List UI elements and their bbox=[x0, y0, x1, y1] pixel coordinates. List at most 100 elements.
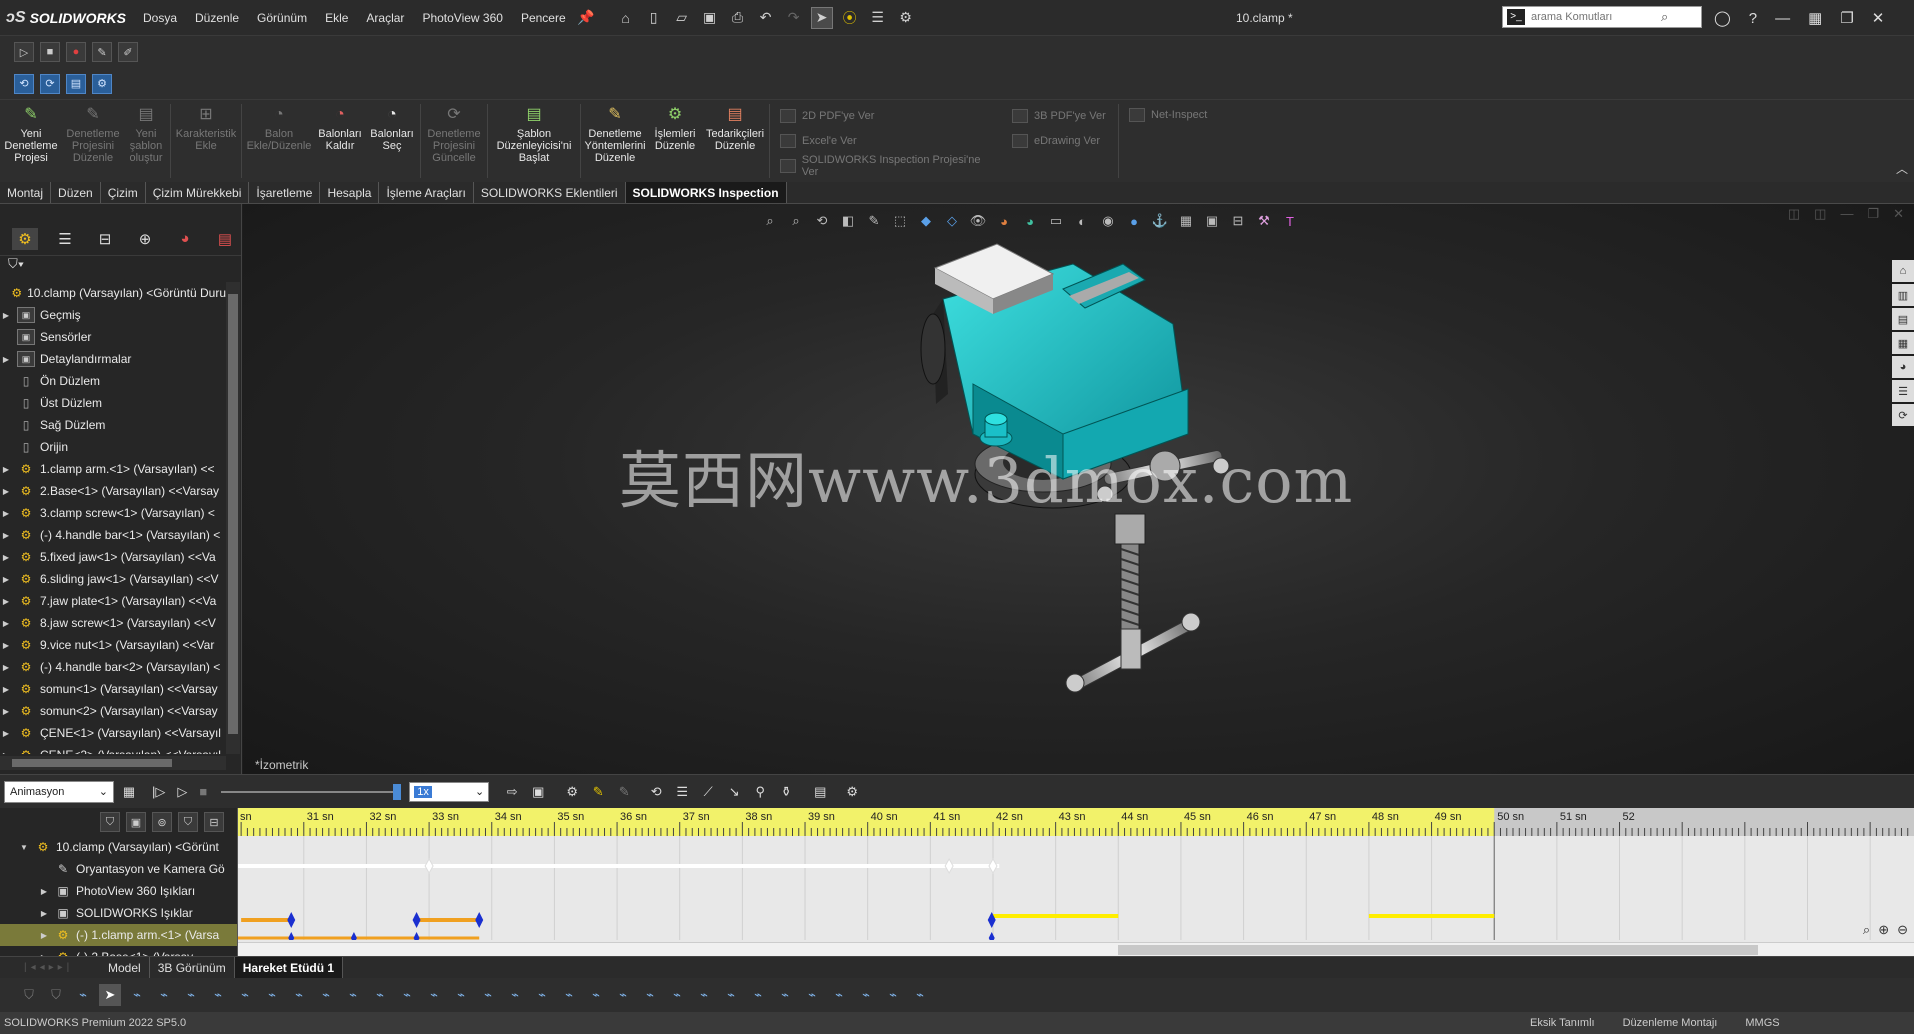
solidworks-logo[interactable]: ᴐS SOLIDWORKS bbox=[0, 9, 134, 27]
filter-components-icon[interactable]: ⌁ bbox=[747, 984, 769, 1006]
playback-slider[interactable] bbox=[221, 782, 402, 802]
expand-arrow-icon[interactable]: ▶ bbox=[0, 575, 12, 584]
filter-weld-symbols-icon[interactable]: ⌁ bbox=[531, 984, 553, 1006]
scroll-thumb[interactable] bbox=[12, 759, 172, 767]
file-explorer-icon[interactable]: ▤ bbox=[1892, 308, 1914, 330]
slider-knob[interactable] bbox=[393, 783, 402, 800]
selection-filter-toggle-icon[interactable]: ⛉ bbox=[18, 984, 40, 1006]
tab-model[interactable]: Model bbox=[100, 956, 150, 979]
export-inspection-project[interactable]: SOLIDWORKS Inspection Projesi'ne Ver bbox=[780, 154, 996, 178]
expand-arrow-icon[interactable]: ▶ bbox=[0, 487, 12, 496]
options-gear-icon[interactable]: ⚙ bbox=[895, 7, 917, 29]
collapse-tree-icon[interactable]: ⊟ bbox=[204, 812, 224, 832]
new-inspection-button[interactable]: ✎ Yeni Denetleme Projesi bbox=[0, 100, 62, 182]
calculate-icon[interactable]: ▦ bbox=[118, 781, 140, 803]
export-edrawing[interactable]: eDrawing Ver bbox=[1012, 130, 1108, 152]
design-library-icon[interactable]: ▥ bbox=[1892, 284, 1914, 306]
expand-arrow-icon[interactable]: ▶ bbox=[0, 663, 12, 672]
search-input[interactable] bbox=[1531, 11, 1661, 23]
account-icon[interactable]: ◯ bbox=[1714, 9, 1731, 27]
stop-macro-icon[interactable]: ■ bbox=[40, 42, 60, 62]
home-icon[interactable]: ⌂ bbox=[615, 7, 637, 29]
menu-photoview[interactable]: PhotoView 360 bbox=[413, 0, 512, 36]
camera-key[interactable] bbox=[424, 857, 434, 875]
filter-balloons-icon[interactable]: ⌁ bbox=[477, 984, 499, 1006]
tab-navigation-arrows[interactable]: |◂◂▸▸| bbox=[0, 962, 100, 973]
tab-3d-view[interactable]: 3B Görünüm bbox=[150, 956, 235, 979]
expand-arrow-icon[interactable]: ▶ bbox=[0, 465, 12, 474]
tree-item[interactable]: ▶ ⚙ somun<2> (Varsayılan) <<Varsay bbox=[0, 700, 226, 722]
export-2d-pdf[interactable]: 2D PDF'ye Ver bbox=[780, 105, 996, 127]
select-other-icon[interactable]: ⌁ bbox=[126, 984, 148, 1006]
remove-balloons-button[interactable]: ◔ Balonları Kaldır bbox=[314, 100, 366, 182]
filter-sketch-icon[interactable]: ⌁ bbox=[315, 984, 337, 1006]
expand-arrow-icon[interactable]: ▶ bbox=[0, 707, 12, 716]
select-balloons-button[interactable]: ◔ Balonları Seç bbox=[366, 100, 418, 182]
tree-item[interactable]: ▶ ⚙ 5.fixed jaw<1> (Varsayılan) <<Va bbox=[0, 546, 226, 568]
tree-item[interactable]: ▶ ⚙ 2.Base<1> (Varsayılan) <<Varsay bbox=[0, 480, 226, 502]
force-icon[interactable]: ↘ bbox=[723, 781, 745, 803]
file-properties-icon[interactable]: ☰ bbox=[867, 7, 889, 29]
zoom-out-icon[interactable]: ⊖ bbox=[1897, 922, 1908, 938]
tree-item[interactable]: ▶ ⚙ (-) 4.handle bar<2> (Varsayılan) < bbox=[0, 656, 226, 678]
filter-hole-callout-icon[interactable]: ⌁ bbox=[558, 984, 580, 1006]
tree-item[interactable]: ▶ ⚙ ÇENE<2> (Varsayılan) <<Varsayıl bbox=[0, 744, 226, 754]
undo-icon[interactable]: ↶ bbox=[755, 7, 777, 29]
export-3d-pdf[interactable]: 3B PDF'ye Ver bbox=[1012, 105, 1108, 127]
expand-arrow-icon[interactable]: ▶ bbox=[0, 729, 12, 738]
help-icon[interactable]: ? bbox=[1749, 10, 1757, 27]
filter-axes-icon[interactable]: ⌁ bbox=[261, 984, 283, 1006]
solidworks-resources-icon[interactable]: ⌂ bbox=[1892, 260, 1914, 282]
doc-tool-4-icon[interactable]: ⚙ bbox=[92, 73, 112, 94]
tab-inspection[interactable]: SOLIDWORKS Inspection bbox=[625, 182, 787, 203]
clamp-key[interactable] bbox=[287, 912, 296, 928]
add-key-icon[interactable]: ✎ bbox=[613, 781, 635, 803]
study-type-select[interactable]: Animasyon ⌄ bbox=[4, 780, 114, 803]
damper-icon[interactable]: ⟋ bbox=[697, 781, 719, 803]
new-document-icon[interactable]: ▯ bbox=[643, 7, 665, 29]
command-search[interactable]: >_ ⌕ bbox=[1502, 6, 1702, 28]
graphics-area[interactable]: ◫ ◫ — ❐ ✕ ⌕ ⌕ ⟲ ◧ ✎ ⬚ ◆ ◇ 👁 ◕ ◕ ▭ ◐ ◉ ● … bbox=[243, 204, 1914, 774]
filter-revision-symbols-icon[interactable]: ⌁ bbox=[855, 984, 877, 1006]
select-cursor-icon[interactable]: ➤ bbox=[810, 6, 833, 29]
expand-arrow-icon[interactable]: ▶ bbox=[38, 931, 50, 940]
balloon-edit-button[interactable]: ◔ Balon Ekle/Düzenle bbox=[244, 100, 314, 182]
filter-edges-icon[interactable]: ⌁ bbox=[72, 984, 94, 1006]
tree-item[interactable]: ▯ Üst Düzlem bbox=[0, 392, 226, 414]
filter-stacked-balloons-icon[interactable]: ⌁ bbox=[828, 984, 850, 1006]
motion-tree-item[interactable]: ▶ ⚙ (-) 1.clamp arm.<1> (Varsa bbox=[0, 924, 237, 946]
filter-surfaces-icon[interactable]: ⌁ bbox=[207, 984, 229, 1006]
property-manager-tab-icon[interactable]: ☰ bbox=[52, 228, 78, 250]
expand-arrow-icon[interactable]: ▶ bbox=[0, 509, 12, 518]
zoom-to-fit-icon[interactable]: ⌕ bbox=[1863, 922, 1870, 938]
tab-cizim-murekkebi[interactable]: Çizim Mürekkebi bbox=[146, 182, 250, 203]
display-manager-tab-icon[interactable]: ◕ bbox=[172, 228, 198, 250]
pin-icon[interactable]: 📌 bbox=[575, 7, 597, 29]
units-status[interactable]: MMGS bbox=[1745, 1017, 1779, 1029]
tab-montaj[interactable]: Montaj bbox=[0, 182, 52, 203]
motion-tree-item[interactable]: ✎ Oryantasyon ve Kamera Gö bbox=[0, 858, 237, 880]
filter-dimensions-icon[interactable]: ⌁ bbox=[342, 984, 364, 1006]
save-icon[interactable]: ▣ bbox=[699, 7, 721, 29]
edit-macro-icon[interactable]: ✐ bbox=[118, 42, 138, 62]
update-project-button[interactable]: ⟳ Denetleme Projesini Güncelle bbox=[423, 100, 485, 182]
custom-properties-icon[interactable]: ☰ bbox=[1892, 380, 1914, 402]
filter-faces-icon[interactable]: ⌁ bbox=[180, 984, 202, 1006]
tree-item[interactable]: ▶ ⚙ 8.jaw screw<1> (Varsayılan) <<V bbox=[0, 612, 226, 634]
motion-study-properties-icon[interactable]: ⚙ bbox=[841, 781, 863, 803]
tree-item[interactable]: ▯ Sağ Düzlem bbox=[0, 414, 226, 436]
play-from-start-icon[interactable]: |▷ bbox=[152, 784, 165, 800]
clear-filters-icon[interactable]: ⛉ bbox=[45, 984, 67, 1006]
playback-mode-icon[interactable]: ⇨ bbox=[501, 781, 523, 803]
timeline-ruler[interactable]: sn 31 sn 32 sn 33 sn 34 sn 35 sn 36 sn 37 sn 38 … bbox=[238, 808, 1914, 836]
tree-item[interactable]: ▶ ⚙ 3.clamp screw<1> (Varsayılan) < bbox=[0, 502, 226, 524]
tile-icon[interactable]: ▦ bbox=[1808, 9, 1822, 27]
add-characteristic-button[interactable]: ⊞ Karakteristik Ekle bbox=[173, 100, 239, 182]
filter-text-icon[interactable]: ⌁ bbox=[909, 984, 931, 1006]
dimxpert-tab-icon[interactable]: ⊕ bbox=[132, 228, 158, 250]
traffic-light-icon[interactable]: ⦿ bbox=[839, 7, 861, 29]
expand-arrow-icon[interactable]: ▶ bbox=[0, 355, 12, 364]
expand-arrow-icon[interactable]: ▶ bbox=[0, 751, 12, 755]
filter-welds-icon[interactable]: ⌁ bbox=[450, 984, 472, 1006]
results-icon[interactable]: ▤ bbox=[809, 781, 831, 803]
